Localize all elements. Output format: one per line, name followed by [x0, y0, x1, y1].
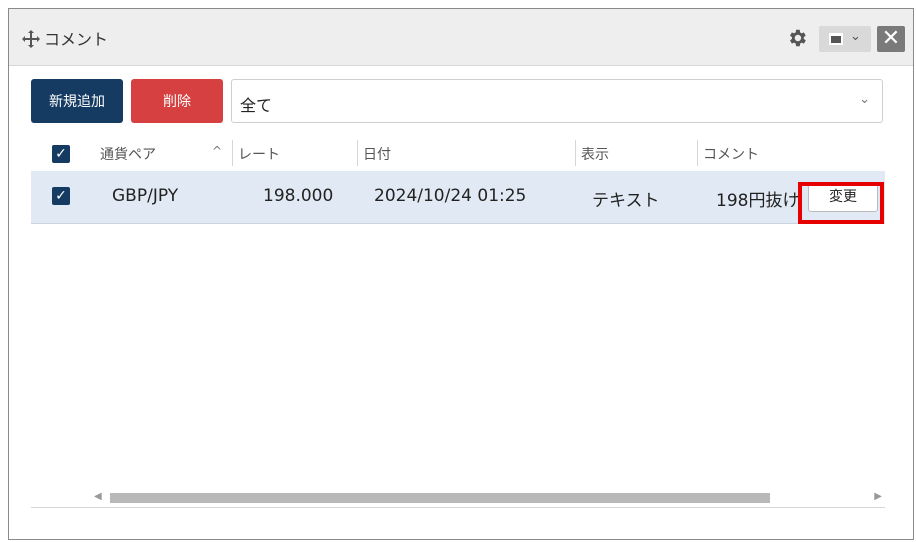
table-row[interactable]: ✓ GBP/JPY 198.000 2024/10/24 01:25 テキスト … [31, 171, 885, 224]
cell-date: 2024/10/24 01:25 [374, 186, 527, 206]
chevron-down-icon: ⌄ [859, 92, 870, 107]
column-divider[interactable] [232, 140, 233, 166]
divider [31, 507, 885, 508]
column-header-display[interactable]: 表示 [581, 144, 609, 164]
cell-display: テキスト [592, 191, 660, 211]
close-button[interactable]: ✕ [877, 26, 905, 52]
cell-pair: GBP/JPY [112, 186, 179, 206]
cell-comment: 198円抜け [716, 191, 800, 211]
layout-button[interactable]: ⌄ [819, 26, 871, 52]
column-divider[interactable] [357, 140, 358, 166]
table-header: ✓ 通貨ペア ^ レート 日付 表示 コメント [31, 138, 885, 170]
filter-select[interactable]: 全て ⌄ [231, 79, 883, 123]
chevron-down-icon: ⌄ [850, 29, 861, 44]
scroll-thumb[interactable] [110, 493, 770, 503]
filter-value: 全て [240, 96, 273, 115]
column-divider[interactable] [697, 140, 698, 166]
highlight-box [798, 182, 884, 224]
move-icon[interactable] [21, 29, 41, 49]
scroll-right-icon[interactable]: ▶ [874, 491, 882, 502]
sort-asc-icon[interactable]: ^ [212, 144, 222, 158]
column-header-comment[interactable]: コメント [703, 144, 759, 164]
window-title: コメント [44, 30, 109, 49]
cell-rate: 198.000 [263, 186, 334, 206]
title-bar[interactable]: コメント ⌄ ✕ [9, 9, 913, 66]
select-all-checkbox[interactable]: ✓ [52, 145, 70, 163]
row-checkbox[interactable]: ✓ [52, 187, 70, 205]
layout-icon [829, 33, 843, 45]
horizontal-scrollbar[interactable]: ◀ ▶ [94, 489, 882, 505]
scroll-left-icon[interactable]: ◀ [94, 491, 102, 502]
column-header-date[interactable]: 日付 [363, 144, 391, 164]
column-header-rate[interactable]: レート [238, 144, 280, 164]
column-divider[interactable] [575, 140, 576, 166]
gear-icon[interactable] [786, 27, 808, 49]
delete-button[interactable]: 削除 [131, 79, 223, 123]
add-new-button[interactable]: 新規追加 [31, 79, 123, 123]
column-header-pair[interactable]: 通貨ペア [100, 144, 156, 164]
close-icon: ✕ [881, 26, 901, 51]
